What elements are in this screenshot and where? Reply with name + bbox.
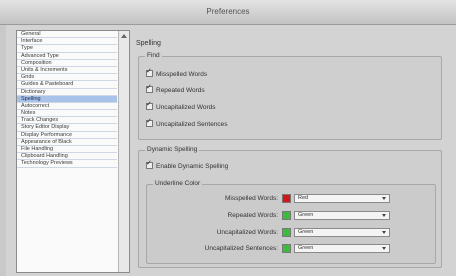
- underline-color-group: Underline Color: [146, 180, 436, 264]
- find-repeated-words[interactable]: Repeated Words: [146, 83, 205, 94]
- uncapitalized-sentences-color-swatch: [282, 244, 291, 253]
- sidebar-item-composition[interactable]: Composition: [17, 60, 117, 67]
- find-misspelled-words[interactable]: Misspelled Words: [146, 67, 207, 78]
- chevron-down-icon: [382, 214, 386, 217]
- checkbox[interactable]: [146, 117, 153, 127]
- sidebar-item-display-performance[interactable]: Display Performance: [17, 132, 117, 139]
- sidebar-item-track-changes[interactable]: Track Changes: [17, 117, 117, 125]
- sidebar-item-units-increments[interactable]: Units & Increments: [17, 67, 117, 75]
- repeated-color-swatch: [282, 211, 291, 220]
- sidebar-item-clipboard-handling[interactable]: Clipboard Handling: [17, 153, 117, 161]
- scroll-up-icon[interactable]: [121, 34, 127, 38]
- chevron-down-icon: [382, 197, 386, 200]
- checkbox[interactable]: [146, 83, 153, 93]
- uncapitalized-words-color-swatch: [282, 228, 291, 237]
- section-title: Spelling: [136, 40, 161, 47]
- sidebar-item-autocorrect[interactable]: Autocorrect: [17, 103, 117, 111]
- uncapitalized-words-color-select[interactable]: Green: [294, 228, 390, 237]
- misspelled-color-swatch: [282, 194, 291, 203]
- uncapitalized-words-color-label: Uncapitalized Words:: [216, 229, 278, 236]
- checkbox[interactable]: [146, 67, 153, 77]
- sidebar-list: General Interface Type Advanced Type Composi…: [17, 31, 117, 168]
- find-uncapitalized-words[interactable]: Uncapitalized Words: [146, 100, 216, 111]
- sidebar-item-notes[interactable]: Notes: [17, 110, 117, 118]
- repeated-color-select[interactable]: Green: [294, 211, 390, 220]
- checkbox[interactable]: [146, 100, 153, 110]
- misspelled-color-label: Misspelled Words:: [225, 195, 278, 202]
- repeated-color-label: Repeated Words:: [227, 212, 278, 219]
- sidebar-item-file-handling[interactable]: File Handling: [17, 146, 117, 154]
- sidebar-item-technology-previews[interactable]: Technology Previews: [17, 160, 117, 168]
- sidebar-item-general[interactable]: General: [17, 31, 117, 39]
- sidebar-scrollbar[interactable]: [118, 31, 129, 272]
- checkbox[interactable]: [146, 159, 153, 169]
- sidebar-item-grids[interactable]: Grids: [17, 74, 117, 82]
- sidebar-item-appearance-of-black[interactable]: Appearance of Black: [17, 139, 117, 146]
- enable-dynamic-spelling[interactable]: Enable Dynamic Spelling: [146, 159, 228, 170]
- sidebar-item-type[interactable]: Type: [17, 45, 117, 53]
- window-titlebar: Preferences: [0, 0, 456, 25]
- misspelled-color-select[interactable]: Red: [294, 194, 390, 203]
- find-uncapitalized-sentences[interactable]: Uncapitalized Sentences: [146, 117, 228, 128]
- sidebar-item-dictionary[interactable]: Dictionary: [17, 89, 117, 96]
- sidebar-item-guides-pasteboard[interactable]: Guides & Pasteboard: [17, 81, 117, 89]
- window-title: Preferences: [206, 7, 250, 16]
- uncapitalized-sentences-color-select[interactable]: Green: [294, 244, 390, 253]
- underline-color-label: Underline Color: [153, 180, 203, 187]
- sidebar-item-spelling[interactable]: Spelling: [17, 95, 117, 103]
- chevron-down-icon: [382, 247, 386, 250]
- preferences-sidebar: General Interface Type Advanced Type Composi…: [16, 30, 130, 273]
- sidebar-item-advanced-type[interactable]: Advanced Type: [17, 53, 117, 60]
- sidebar-item-story-editor-display[interactable]: Story Editor Display: [17, 124, 117, 132]
- uncapitalized-sentences-color-label: Uncapitalized Sentences:: [204, 245, 278, 252]
- find-group-label: Find: [145, 52, 162, 59]
- sidebar-item-interface[interactable]: Interface: [17, 38, 117, 46]
- chevron-down-icon: [382, 231, 386, 234]
- dynamic-spelling-label: Dynamic Spelling: [145, 146, 200, 153]
